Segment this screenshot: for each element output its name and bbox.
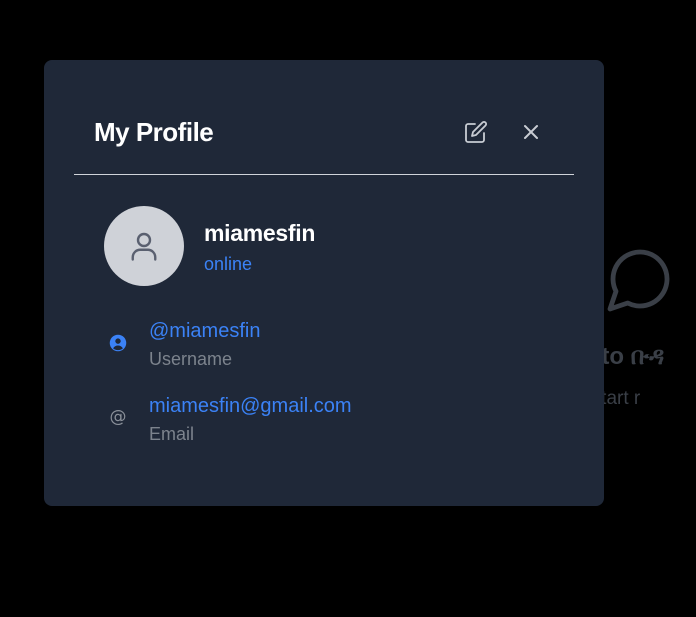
user-icon (131, 232, 157, 261)
edit-profile-button[interactable] (464, 120, 488, 144)
username-value[interactable]: @miamesfin (149, 320, 260, 343)
status-text: online (204, 254, 253, 274)
display-name: miamesfin (204, 220, 316, 246)
profile-modal: My Profile miamesfin online @miamesfin U… (44, 60, 604, 506)
close-button[interactable] (519, 120, 543, 144)
close-icon (524, 125, 538, 139)
avatar (104, 206, 184, 286)
user-circle-icon (108, 333, 128, 353)
header-divider (74, 174, 574, 175)
edit-icon (465, 121, 487, 143)
at-glyph: @ (109, 407, 127, 427)
chat-bubble-icon (607, 249, 670, 312)
username-label: Username (149, 349, 233, 369)
modal-title: My Profile (94, 117, 214, 147)
email-label: Email (149, 424, 195, 444)
at-icon: @ (108, 407, 128, 427)
email-value[interactable]: miamesfin@gmail.com (149, 395, 352, 418)
